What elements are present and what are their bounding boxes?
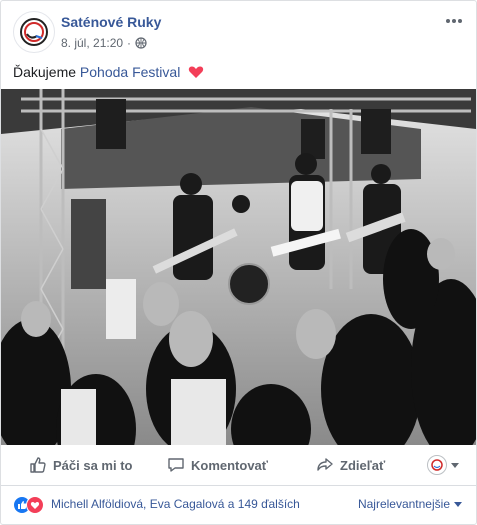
concert-photo-image (1, 89, 476, 445)
reaction-selector[interactable] (427, 445, 459, 485)
tagged-page-link[interactable]: Pohoda Festival (80, 64, 180, 80)
avatar-logo (20, 18, 48, 46)
like-label: Páči sa mi to (53, 457, 133, 473)
reaction-icons[interactable] (13, 496, 47, 514)
comment-icon (168, 458, 184, 472)
share-label: Zdieľať (340, 457, 386, 473)
comment-label: Komentovať (191, 457, 269, 473)
meta-separator: · (127, 36, 132, 50)
sort-label: Najrelevantnejšie (357, 497, 450, 511)
comment-sort-dropdown[interactable]: Najrelevantnejšie (358, 497, 462, 511)
post-photo[interactable] (1, 89, 476, 445)
more-horizontal-icon[interactable] (444, 15, 464, 27)
globe-icon (135, 37, 147, 49)
post-text-prefix: Ďakujeme (13, 64, 77, 80)
love-reaction-icon (26, 496, 44, 514)
post-actions-bar: Páči sa mi to Komentovať Zdieľať (1, 445, 476, 486)
heart-icon (189, 66, 204, 78)
reactions-summary: Michell Alföldiová, Eva Cagalová a 149 ď… (1, 486, 476, 524)
chevron-down-icon (451, 462, 459, 468)
post-meta: 8. júl, 21:20 · (61, 36, 147, 50)
post-card: Saténové Ruky 8. júl, 21:20 · Ďakujeme P… (0, 0, 477, 525)
thumbs-up-icon (30, 457, 46, 473)
share-button[interactable]: Zdieľať (316, 445, 385, 485)
post-text: Ďakujeme Pohoda Festival (13, 63, 204, 81)
page-name-link[interactable]: Saténové Ruky (61, 14, 161, 30)
comment-button[interactable]: Komentovať (167, 445, 268, 485)
post-header: Saténové Ruky 8. júl, 21:20 · (1, 1, 476, 59)
post-timestamp[interactable]: 8. júl, 21:20 (61, 36, 123, 50)
like-button[interactable]: Páči sa mi to (29, 445, 132, 485)
chevron-down-icon (454, 501, 462, 507)
share-arrow-icon (317, 458, 333, 471)
page-avatar[interactable] (13, 11, 55, 53)
page-reaction-avatar-icon (427, 455, 447, 475)
reactors-link[interactable]: Michell Alföldiová, Eva Cagalová a 149 ď… (51, 497, 300, 511)
